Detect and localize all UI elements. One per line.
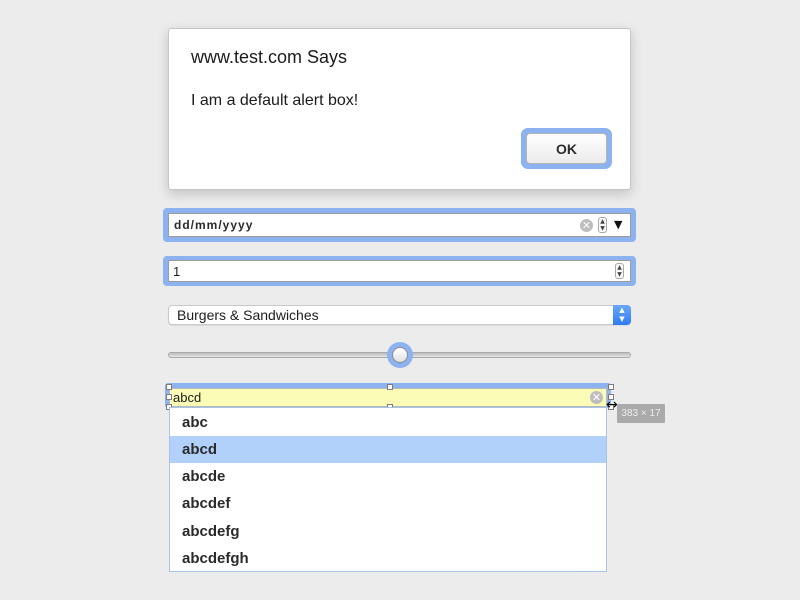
alert-message: I am a default alert box! [191,92,359,109]
resize-cursor-icon: ↔ [606,397,618,413]
autocomplete-option[interactable]: abcdef [170,490,606,517]
date-input[interactable]: dd/mm/yyyy ✕ ▲ ▼ ▼ [168,213,631,237]
category-select[interactable]: Burgers & Sandwiches ▲ ▼ [168,305,631,325]
select-arrows-icon[interactable]: ▲ ▼ [613,305,631,325]
clear-icon[interactable]: ✕ [580,219,593,232]
ok-button[interactable]: OK [526,133,607,164]
chevron-down-icon[interactable]: ▼ [616,271,623,278]
autocomplete-option[interactable]: abcdefg [170,518,606,545]
autocomplete-option[interactable]: abcdefgh [170,545,606,572]
number-value: 1 [173,264,181,279]
autocomplete-option-selected[interactable]: abcd [170,436,606,463]
autocomplete-list: abc abcd abcde abcdef abcdefg abcdefgh [169,407,607,572]
slider-thumb[interactable] [391,347,408,363]
alert-dialog: www.test.com Says I am a default alert b… [168,28,631,190]
alert-title: www.test.com Says [191,47,348,67]
chevron-up-icon[interactable]: ▲ [599,218,606,225]
date-stepper[interactable]: ▲ ▼ [598,217,607,233]
resize-handle[interactable] [166,384,172,390]
number-input[interactable]: 1 ▲ ▼ [168,260,631,282]
resize-handle[interactable] [166,394,172,400]
autocomplete-value: abcd [173,390,202,405]
date-placeholder: dd/mm/yyyy [174,218,254,232]
resize-handle[interactable] [608,384,614,390]
resize-handle[interactable] [387,384,393,390]
calendar-dropdown-icon[interactable]: ▼ [614,218,622,231]
select-value: Burgers & Sandwiches [177,307,319,323]
autocomplete-option[interactable]: abc [170,409,606,436]
chevron-down-icon[interactable]: ▼ [599,225,606,232]
number-stepper[interactable]: ▲ ▼ [615,263,624,279]
autocomplete-option[interactable]: abcde [170,463,606,490]
chevron-up-icon: ▲ [619,306,625,314]
chevron-up-icon[interactable]: ▲ [616,264,623,271]
chevron-down-icon: ▼ [619,315,625,323]
size-tooltip: 383 × 17 [617,404,665,423]
clear-icon[interactable]: ✕ [590,391,603,404]
